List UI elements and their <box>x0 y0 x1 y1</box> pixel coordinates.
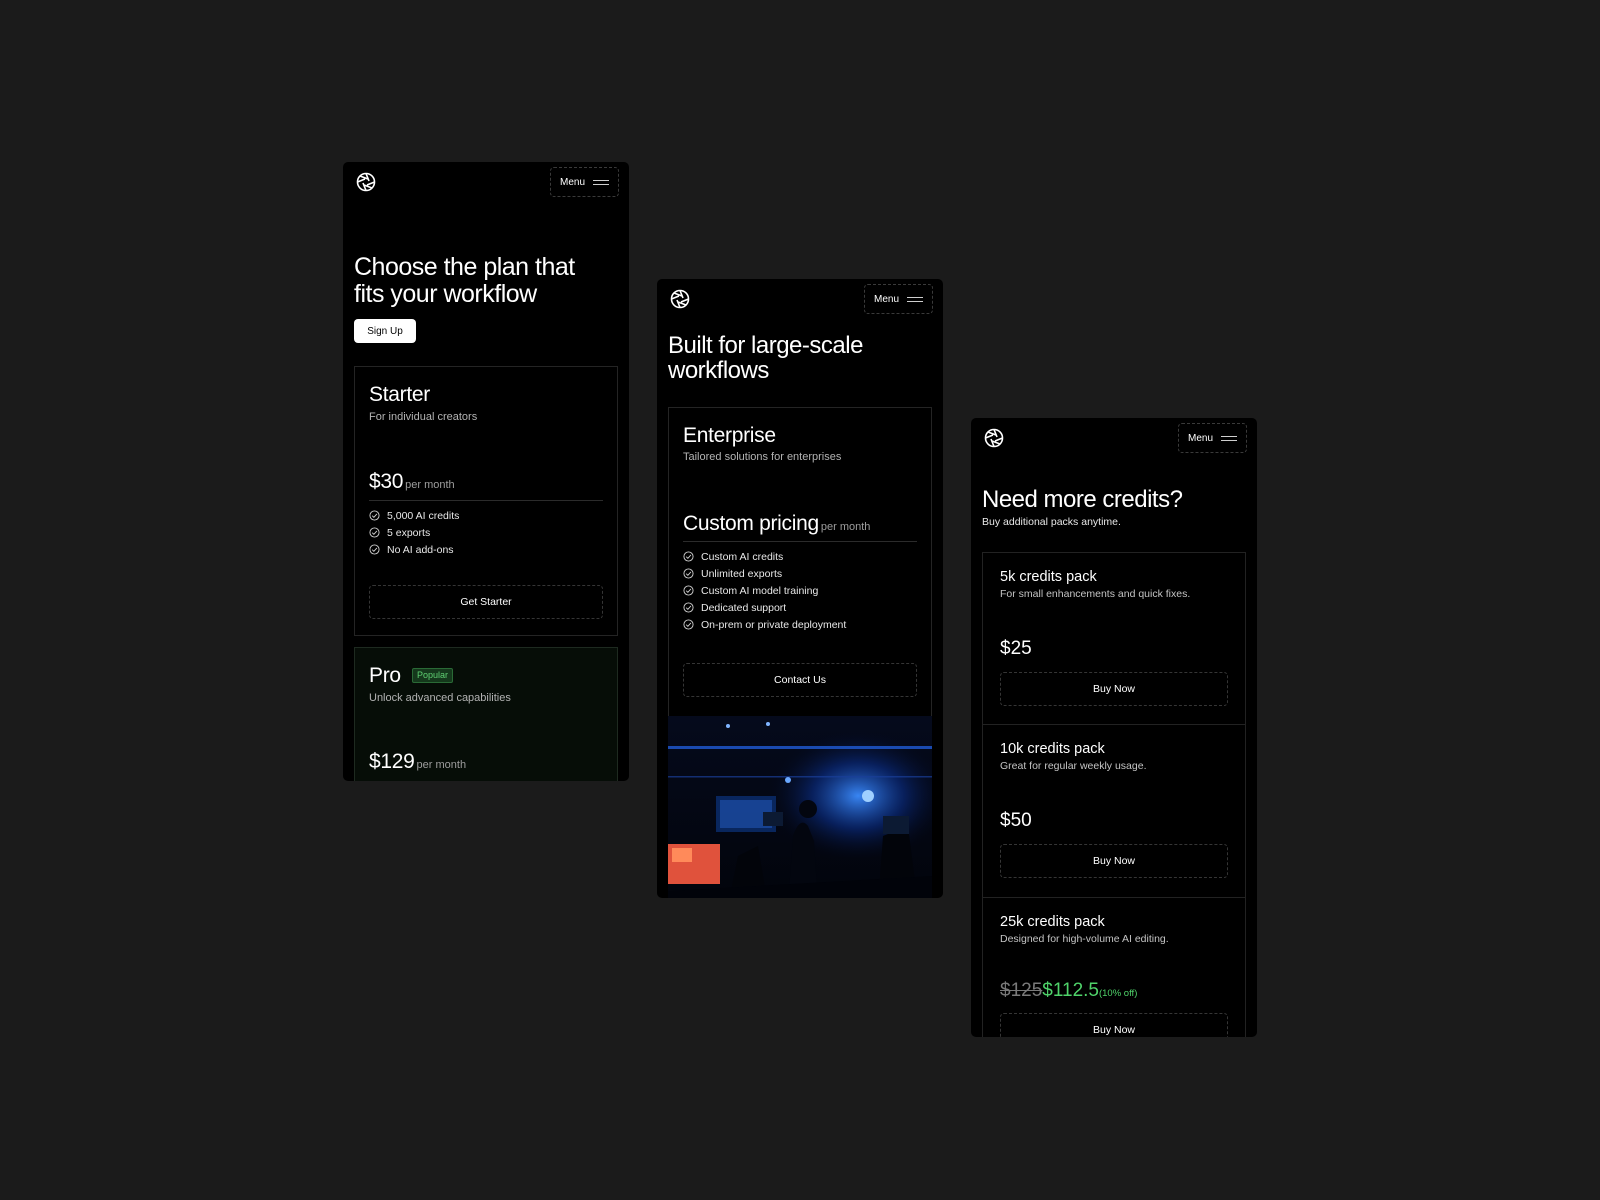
event-photo <box>668 716 932 898</box>
plan-name: Starter <box>369 383 430 406</box>
page-title-line-1: Choose the plan that <box>354 253 575 281</box>
feature-item: No AI add-ons <box>369 541 459 558</box>
plan-name: Enterprise <box>683 424 776 447</box>
divider <box>369 500 603 501</box>
feature-text: 5,000 AI credits <box>387 509 460 522</box>
pack-subtitle: For small enhancements and quick fixes. <box>1000 588 1191 600</box>
menu-label: Menu <box>560 176 586 188</box>
feature-item: Custom AI model training <box>683 582 846 599</box>
page-title: Choose the plan that fits your workflow <box>354 254 575 308</box>
price-amount: Custom pricing <box>683 512 819 535</box>
feature-text: Custom AI credits <box>701 550 784 563</box>
page-title-line-2: workflows <box>668 357 769 384</box>
feature-text: 5 exports <box>387 526 431 539</box>
page-title-line-1: Built for large-scale <box>668 332 863 359</box>
divider <box>683 541 917 542</box>
page-title: Built for large-scale workflows <box>668 333 863 383</box>
buy-now-button[interactable]: Buy Now <box>1000 672 1228 706</box>
pack-price: $50 <box>1000 810 1032 831</box>
feature-item: 5,000 AI credits <box>369 507 459 524</box>
check-circle-icon <box>683 568 694 579</box>
plan-subtitle: For individual creators <box>369 411 478 423</box>
plan-price: $129 per month <box>369 750 466 774</box>
check-circle-icon <box>369 510 380 521</box>
aperture-logo-icon[interactable] <box>670 289 690 309</box>
feature-item: 5 exports <box>369 524 459 541</box>
concert-stage-image <box>668 716 932 898</box>
plan-subtitle: Unlock advanced capabilities <box>369 692 511 704</box>
page-title: Need more credits? <box>982 486 1183 513</box>
top-nav: Menu <box>343 162 629 202</box>
contact-us-button[interactable]: Contact Us <box>683 663 917 697</box>
plan-card-starter: Starter For individual creators $30 per m… <box>354 366 618 636</box>
check-circle-icon <box>683 602 694 613</box>
feature-text: Dedicated support <box>701 601 787 614</box>
pack-subtitle: Great for regular weekly usage. <box>1000 760 1147 772</box>
price-period: per month <box>416 759 467 771</box>
feature-item: Unlimited exports <box>683 565 846 582</box>
popular-badge: Popular <box>412 668 454 683</box>
aperture-logo-icon[interactable] <box>356 172 376 192</box>
top-nav: Menu <box>971 418 1257 458</box>
menu-label: Menu <box>1188 432 1214 444</box>
pack-name: 25k credits pack <box>1000 914 1105 930</box>
original-price: $125 <box>1000 980 1043 1001</box>
check-circle-icon <box>683 551 694 562</box>
top-nav: Menu <box>657 279 943 319</box>
page-title-line-2: fits your workflow <box>354 280 537 308</box>
feature-item: Custom AI credits <box>683 548 846 565</box>
feature-text: On-prem or private deployment <box>701 618 847 631</box>
menu-label: Menu <box>874 293 900 305</box>
check-circle-icon <box>683 585 694 596</box>
price-amount: $129 <box>369 750 415 773</box>
credit-pack-5k: 5k credits pack For small enhancements a… <box>982 552 1246 725</box>
hamburger-icon <box>1221 436 1237 442</box>
pack-subtitle: Designed for high-volume AI editing. <box>1000 933 1169 945</box>
plan-price: $30 per month <box>369 470 455 494</box>
pack-price: $25 <box>1000 638 1032 659</box>
feature-text: No AI add-ons <box>387 543 454 556</box>
discounted-price: $112.5 <box>1042 980 1099 1001</box>
feature-item: On-prem or private deployment <box>683 616 846 633</box>
pack-name: 10k credits pack <box>1000 741 1105 757</box>
price-amount: $30 <box>369 470 404 493</box>
check-circle-icon <box>369 544 380 555</box>
pack-name: 5k credits pack <box>1000 569 1097 585</box>
sign-up-button[interactable]: Sign Up <box>354 319 416 343</box>
pack-price: $125$112.5(10% off) <box>1000 980 1137 1002</box>
feature-text: Unlimited exports <box>701 567 783 580</box>
buy-now-button[interactable]: Buy Now <box>1000 1013 1228 1037</box>
menu-button[interactable]: Menu <box>1178 423 1247 453</box>
buy-now-button[interactable]: Buy Now <box>1000 844 1228 878</box>
plan-price: Custom pricing per month <box>683 512 870 536</box>
menu-button[interactable]: Menu <box>864 284 933 314</box>
discount-label: (10% off) <box>1098 988 1138 999</box>
get-starter-button[interactable]: Get Starter <box>369 585 603 619</box>
hamburger-icon <box>593 180 609 186</box>
phone-enterprise: Menu Built for large-scale workflows Ent… <box>657 279 943 898</box>
plan-subtitle: Tailored solutions for enterprises <box>683 451 842 463</box>
check-circle-icon <box>683 619 694 630</box>
phone-credit-packs: Menu Need more credits? Buy additional p… <box>971 418 1257 1037</box>
feature-text: Custom AI model training <box>701 584 819 597</box>
credit-pack-25k: 25k credits pack Designed for high-volum… <box>982 898 1246 1037</box>
check-circle-icon <box>369 527 380 538</box>
credit-pack-10k: 10k credits pack Great for regular weekl… <box>982 725 1246 898</box>
feature-list: 5,000 AI credits 5 exports No AI add-ons <box>369 507 459 558</box>
page-subtitle: Buy additional packs anytime. <box>982 516 1121 528</box>
feature-list: Custom AI credits Unlimited exports Cust… <box>683 548 846 633</box>
plan-card-enterprise: Enterprise Tailored solutions for enterp… <box>668 407 932 717</box>
plan-card-pro: Pro Popular Unlock advanced capabilities… <box>354 647 618 781</box>
price-period: per month <box>405 479 455 491</box>
aperture-logo-icon[interactable] <box>984 428 1004 448</box>
phone-pricing-plans: Menu Choose the plan that fits your work… <box>343 162 629 781</box>
hamburger-icon <box>907 297 923 303</box>
menu-button[interactable]: Menu <box>550 167 619 197</box>
price-period: per month <box>820 521 871 533</box>
feature-item: Dedicated support <box>683 599 846 616</box>
plan-name: Pro <box>369 664 401 687</box>
